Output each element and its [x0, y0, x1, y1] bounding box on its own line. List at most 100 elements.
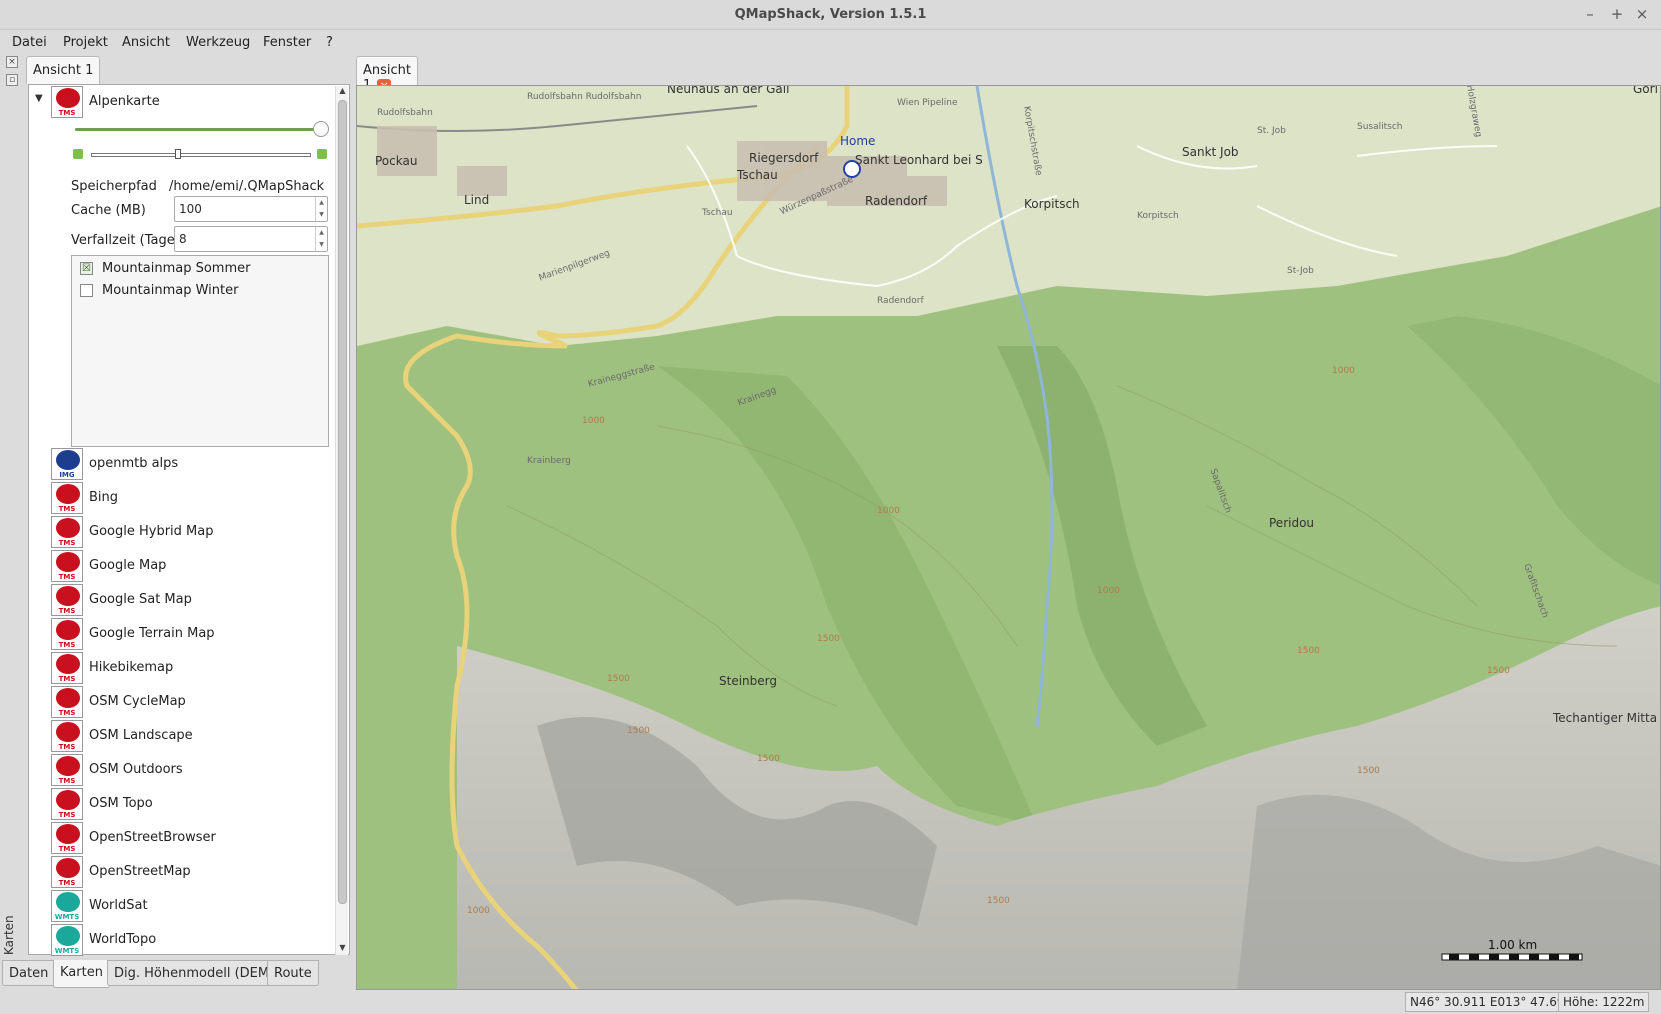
road-label: St-Job	[1287, 266, 1314, 276]
scale-range-current[interactable]	[175, 149, 181, 159]
place-label: Gori	[1633, 85, 1658, 96]
scale-range-slider[interactable]	[91, 153, 311, 157]
road-label: St. Job	[1257, 126, 1286, 136]
img-map-icon: IMG	[51, 448, 83, 480]
cursor-coordinates: N46° 30.911 E013° 47.698	[1405, 992, 1578, 1012]
layer-list: ☒ Mountainmap Sommer Mountainmap Winter	[71, 255, 329, 447]
cursor-elevation: Höhe: 1222m	[1558, 992, 1650, 1012]
tms-map-icon: TMS	[51, 788, 83, 820]
scrollbar-thumb[interactable]	[338, 100, 347, 904]
scale-max-marker-icon[interactable]	[317, 149, 327, 159]
scroll-down-icon[interactable]: ▼	[336, 943, 349, 955]
contour-label: 1000	[1097, 586, 1120, 596]
window-title: QMapShack, Version 1.5.1	[734, 7, 927, 22]
tab-dem[interactable]: Dig. Höhenmodell (DEM)	[107, 960, 282, 986]
road-label: Rudolfsbahn Rudolfsbahn	[527, 92, 642, 102]
expiration-spinbox[interactable]: 8 ▲ ▼	[174, 226, 328, 252]
layer-checkbox-sommer[interactable]: ☒	[80, 262, 93, 275]
road-label: Radendorf	[877, 296, 924, 306]
tms-map-icon: TMS	[51, 856, 83, 888]
contour-label: 1500	[607, 674, 630, 684]
dock-vertical-title: Karten	[2, 915, 16, 955]
close-button[interactable]: ×	[1632, 5, 1652, 23]
maximize-button[interactable]: +	[1607, 5, 1627, 23]
opacity-slider-handle[interactable]	[313, 121, 329, 137]
scale-min-marker-icon[interactable]	[73, 149, 83, 159]
map-name: Google Sat Map	[89, 592, 192, 607]
contour-label: 1500	[1357, 766, 1380, 776]
tms-map-icon: TMS	[51, 754, 83, 786]
map-name: WorldTopo	[89, 932, 157, 947]
map-name: OpenStreetMap	[89, 864, 191, 879]
road-label: Krainberg	[527, 456, 571, 466]
minimize-button[interactable]: –	[1580, 5, 1600, 23]
map-name: WorldSat	[89, 898, 148, 913]
menu-datei[interactable]: Datei	[6, 32, 53, 53]
scroll-up-icon[interactable]: ▲	[336, 86, 349, 98]
dock-tab-ansicht[interactable]: Ansicht 1	[26, 56, 101, 84]
map-name: Hikebikemap	[89, 660, 174, 675]
dock-close-icon[interactable]: ×	[6, 56, 18, 68]
tms-map-icon: TMS	[51, 86, 83, 118]
road-label: Rudolfsbahn	[377, 108, 433, 118]
cache-path-value: /home/emi/.QMapShack/A	[169, 179, 324, 194]
map-name: OSM Topo	[89, 796, 153, 811]
road-label: Susalitsch	[1357, 122, 1403, 132]
map-list-scrollbar[interactable]: ▲ ▼	[335, 86, 348, 955]
map-name: OpenStreetBrowser	[89, 830, 216, 845]
layer-label-sommer[interactable]: Mountainmap Sommer	[102, 261, 250, 276]
cache-size-spinbox[interactable]: 100 ▲ ▼	[174, 196, 328, 222]
contour-label: 1500	[627, 726, 650, 736]
road-label: Wien Pipeline	[897, 98, 958, 108]
tms-map-icon: TMS	[51, 720, 83, 752]
contour-label: 1500	[757, 754, 780, 764]
place-label: Radendorf	[865, 194, 928, 208]
tms-map-icon: TMS	[51, 550, 83, 582]
place-label: Sankt Job	[1182, 145, 1239, 159]
contour-label: 1500	[987, 896, 1010, 906]
map-name: OSM Landscape	[89, 728, 193, 743]
tms-map-icon: TMS	[51, 686, 83, 718]
place-label: Peridou	[1269, 516, 1315, 530]
map-name: Alpenkarte	[89, 94, 160, 109]
place-label: Tschau	[737, 168, 778, 182]
application-window: QMapShack, Version 1.5.1 – + × Datei Pro…	[0, 0, 1661, 1014]
tms-map-icon: TMS	[51, 652, 83, 684]
tab-route[interactable]: Route	[267, 960, 319, 986]
contour-label: 1000	[877, 506, 900, 516]
tms-map-icon: TMS	[51, 584, 83, 616]
menu-help[interactable]: ?	[320, 32, 339, 53]
map-canvas[interactable]: Neuhaus an der Gail Pockau Riegersdorf T…	[356, 85, 1661, 990]
opacity-slider[interactable]	[75, 128, 317, 131]
place-label: Techantiger Mitta	[1553, 711, 1658, 725]
layer-checkbox-winter[interactable]	[80, 284, 93, 297]
cache-path-label: Speicherpfad	[71, 179, 157, 194]
menu-fenster[interactable]: Fenster	[257, 32, 317, 53]
cache-size-label: Cache (MB)	[71, 203, 146, 218]
tms-map-icon: TMS	[51, 822, 83, 854]
collapse-arrow-icon[interactable]: ▼	[35, 93, 43, 104]
map-name: OSM Outdoors	[89, 762, 183, 777]
road-label: Korpitsch	[1137, 211, 1179, 221]
menu-projekt[interactable]: Projekt	[57, 32, 114, 53]
place-label: Korpitsch	[1024, 197, 1080, 211]
layer-label-winter[interactable]: Mountainmap Winter	[102, 283, 238, 298]
place-label: Steinberg	[719, 674, 777, 688]
expiration-label: Verfallzeit (Tage)	[71, 233, 180, 248]
tab-ansicht-1[interactable]: Ansicht 1×	[356, 56, 419, 93]
tab-daten[interactable]: Daten	[2, 960, 56, 986]
menu-werkzeug[interactable]: Werkzeug	[180, 32, 256, 53]
menu-ansicht[interactable]: Ansicht	[116, 32, 176, 53]
tms-map-icon: TMS	[51, 618, 83, 650]
dock-float-icon[interactable]: ▫	[6, 74, 18, 86]
tms-map-icon: TMS	[51, 482, 83, 514]
map-name: Google Hybrid Map	[89, 524, 214, 539]
map-name: Google Terrain Map	[89, 626, 215, 641]
tab-karten[interactable]: Karten	[53, 960, 110, 988]
road-label: Tschau	[702, 208, 733, 218]
home-waypoint-label[interactable]: Home	[840, 134, 875, 148]
map-render[interactable]	[357, 86, 1661, 990]
contour-label: 1500	[1487, 666, 1510, 676]
scale-bar-label: 1.00 km	[1488, 938, 1538, 952]
place-label: Sankt Leonhard bei S	[855, 153, 983, 167]
